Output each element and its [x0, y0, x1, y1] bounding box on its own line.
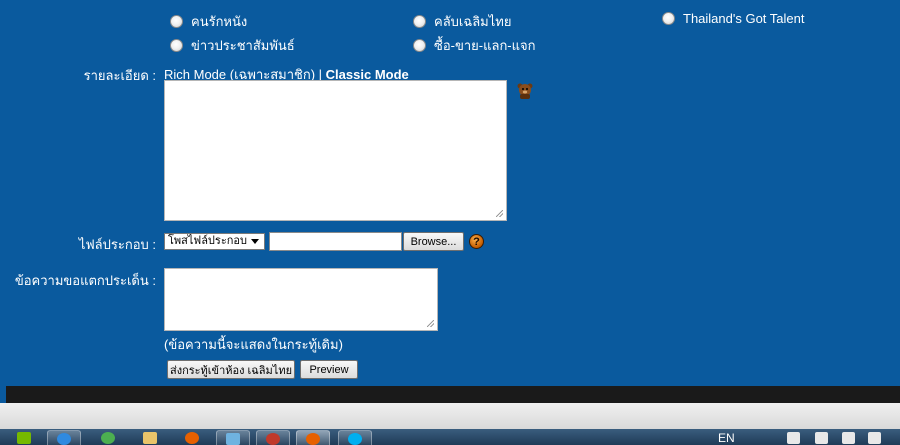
attachment-label: ไฟล์ประกอบ : [78, 237, 156, 252]
page-footer-bar [6, 386, 900, 403]
skype-icon [348, 433, 362, 445]
radio-button[interactable] [413, 39, 426, 52]
radio-button[interactable] [662, 12, 675, 25]
language-indicator[interactable]: EN [718, 431, 735, 445]
taskbar-firefox-active[interactable] [296, 430, 330, 445]
objection-textarea[interactable] [164, 268, 438, 331]
taskbar-music[interactable] [91, 430, 125, 445]
browser-status-bar [0, 403, 900, 429]
firefox-icon [185, 432, 199, 444]
taskbar-skype[interactable] [338, 430, 372, 445]
folder-icon [143, 432, 157, 444]
detail-label: รายละเอียด : [83, 68, 156, 83]
taskbar-network[interactable] [216, 430, 250, 445]
music-player-icon [101, 432, 115, 444]
resize-grip-icon[interactable] [427, 320, 434, 327]
tray-volume-icon[interactable] [868, 432, 881, 444]
taskbar-firefox[interactable] [175, 430, 209, 445]
objection-note: (ข้อความนี้จะแสดงในกระทู้เดิม) [164, 337, 343, 352]
emoticon-bear-icon[interactable] [515, 82, 535, 100]
post-form-page: คนรักหนัง คลับเฉลิมไทย Thailand's Got Ta… [0, 0, 900, 386]
network-icon [226, 433, 240, 445]
acrobat-icon [266, 433, 280, 445]
resize-grip-icon[interactable] [496, 210, 503, 217]
category-label: คลับเฉลิมไทย [434, 14, 512, 29]
tray-flag-icon[interactable] [815, 432, 828, 444]
nvidia-icon [17, 432, 31, 444]
category-option-buy-sell-trade[interactable]: ซื้อ-ขาย-แลก-แจก [413, 35, 536, 56]
tray-network-icon[interactable] [842, 432, 855, 444]
category-option-movie-lovers[interactable]: คนรักหนัง [170, 11, 247, 32]
select-value: โพสไฟล์ประกอบ [168, 235, 247, 247]
radio-button[interactable] [413, 15, 426, 28]
radio-button[interactable] [170, 15, 183, 28]
radio-button[interactable] [170, 39, 183, 52]
dropdown-arrow-icon [251, 239, 259, 244]
taskbar-nvidia[interactable] [4, 430, 44, 445]
tray-clipboard-icon[interactable] [787, 432, 800, 444]
preview-button[interactable]: Preview [300, 360, 358, 379]
category-option-press-news[interactable]: ข่าวประชาสัมพันธ์ [170, 35, 295, 56]
file-path-input[interactable] [269, 232, 402, 251]
category-option-thailands-got-talent[interactable]: Thailand's Got Talent [662, 11, 804, 26]
category-option-chalermthai-club[interactable]: คลับเฉลิมไทย [413, 11, 511, 32]
ie-icon [57, 433, 71, 445]
category-label: Thailand's Got Talent [683, 11, 805, 26]
detail-textarea[interactable] [164, 80, 507, 221]
taskbar-acrobat[interactable] [256, 430, 290, 445]
firefox-active-icon [306, 433, 320, 445]
taskbar-ie[interactable] [47, 430, 81, 445]
browse-button[interactable]: Browse... [403, 232, 464, 251]
windows-taskbar: EN [0, 429, 900, 445]
help-icon[interactable]: ? [469, 234, 484, 249]
taskbar-folder[interactable] [133, 430, 167, 445]
attachment-type-select[interactable]: โพสไฟล์ประกอบ [164, 233, 265, 250]
submit-post-button[interactable]: ส่งกระทู้เข้าห้อง เฉลิมไทย [167, 360, 295, 379]
category-label: ข่าวประชาสัมพันธ์ [191, 38, 295, 53]
category-label: ซื้อ-ขาย-แลก-แจก [434, 38, 536, 53]
category-label: คนรักหนัง [191, 14, 248, 29]
objection-label: ข้อความขอแตกประเด็น : [14, 273, 156, 288]
